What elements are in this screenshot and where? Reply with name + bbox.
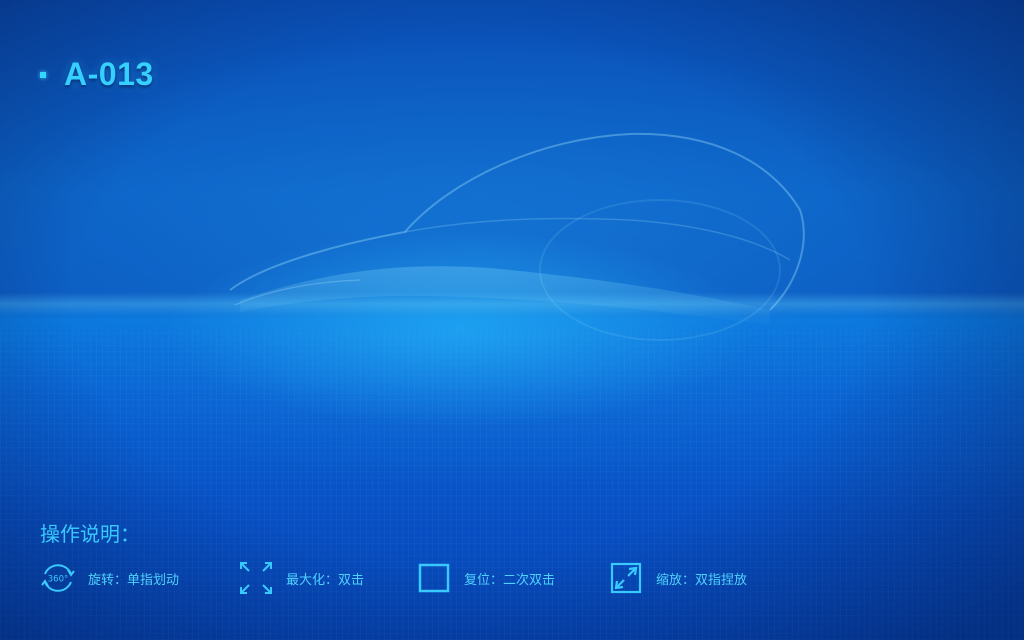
title-bullet: [40, 71, 46, 78]
help-title: 操作说明：: [40, 522, 140, 546]
help-item-rotate: 360° 旋转：单指划动: [40, 560, 238, 596]
zoom-icon: [608, 560, 644, 596]
help-label-zoom: 缩放：双指捏放: [656, 572, 748, 588]
help-instructions: 360° 旋转：单指划动 最大化：双击 复位：二次双击 缩放：双指捏放: [40, 560, 768, 596]
rotate-icon-text: 360°: [48, 575, 68, 585]
reset-square-icon: [416, 560, 452, 596]
model-title-group: A-013: [40, 56, 154, 93]
help-label-maximize: 最大化：双击: [286, 572, 365, 588]
help-item-zoom: 缩放：双指捏放: [608, 560, 768, 596]
maximize-icon: [238, 560, 274, 596]
help-item-maximize: 最大化：双击: [238, 560, 416, 596]
car-silhouette: [229, 132, 805, 341]
help-item-reset: 复位：二次双击: [416, 560, 608, 596]
viewer-canvas[interactable]: A-013 操作说明： 360° 旋转：单指划动 最大化：双击 复位：二次双击 …: [0, 0, 1024, 640]
rotate-360-icon: 360°: [40, 560, 76, 596]
model-title: A-013: [64, 56, 154, 92]
help-label-reset: 复位：二次双击: [464, 572, 556, 588]
help-label-rotate: 旋转：单指划动: [88, 572, 180, 588]
